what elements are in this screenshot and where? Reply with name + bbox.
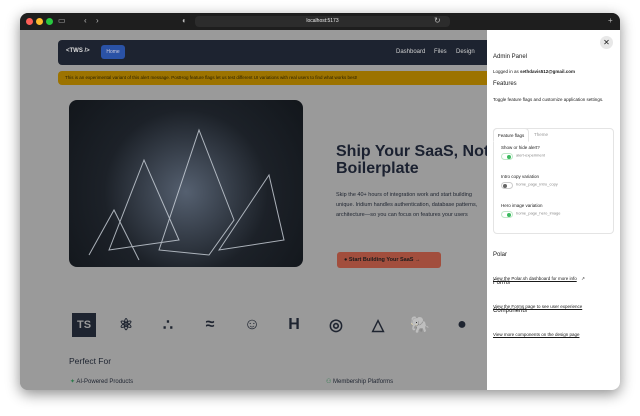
close-window-button[interactable]	[26, 18, 33, 25]
page-content: <TWS /> Home Dashboard Files Design This…	[20, 30, 487, 390]
tech-logos: TS ⚛ ∴ ≈ ☺ H ◎ △ 🐘 ●	[72, 313, 474, 337]
panel-title: Admin Panel	[493, 54, 528, 60]
prisma-icon: △	[371, 317, 385, 334]
flag-alert: Show or hide alert? alert-experiment	[501, 145, 545, 160]
nav-files[interactable]: Files	[434, 49, 447, 55]
components-link[interactable]: View more components on the design page	[493, 332, 579, 337]
hero-image-toggle[interactable]	[501, 211, 513, 218]
new-tab-icon[interactable]: +	[608, 16, 613, 25]
minimize-window-button[interactable]	[36, 18, 43, 25]
hero-title: Ship Your SaaS, Not Boilerplate	[336, 143, 487, 177]
github-logo-icon: ●	[457, 316, 467, 333]
typescript-icon: TS	[72, 313, 96, 337]
logged-in-text: Logged in as sethdavis512@gmail.com	[493, 69, 575, 74]
address-bar[interactable]: localhost:5173	[195, 16, 450, 27]
reload-icon[interactable]: ↻	[434, 16, 441, 25]
start-building-button[interactable]: ● Start Building Your SaaS →	[337, 252, 441, 268]
admin-panel: ✕ Admin Panel Logged in as sethdavis512@…	[487, 30, 620, 390]
hero-crystal-image	[69, 100, 303, 267]
browser-toolbar: ▭ ‹ › ◐ localhost:5173 ↻ +	[20, 13, 620, 30]
postgres-icon: 🐘	[410, 317, 430, 334]
react-router-icon: ∴	[162, 317, 174, 334]
forms-title: Forms	[493, 280, 510, 286]
nav-home[interactable]: Home	[101, 45, 125, 59]
navbar: <TWS /> Home Dashboard Files Design	[58, 40, 487, 65]
maximize-window-button[interactable]	[46, 18, 53, 25]
users-icon: ⚇	[326, 379, 334, 385]
features-desc: Toggle feature flags and customize appli…	[493, 97, 604, 102]
tab-theme[interactable]: Theme	[530, 128, 552, 142]
sidebar-icon[interactable]: ▭	[58, 16, 66, 25]
alert-toggle[interactable]	[501, 153, 513, 160]
polar-title: Polar	[493, 252, 508, 258]
opentelemetry-icon: ◎	[329, 317, 343, 334]
settings-tabs: Feature flags Theme Show or hide alert? a…	[493, 128, 614, 234]
forward-icon[interactable]: ›	[96, 16, 99, 25]
logo[interactable]: <TWS />	[66, 48, 90, 54]
components-title: Components	[493, 308, 528, 314]
privacy-icon[interactable]: ◐	[182, 16, 187, 25]
flag-hero-image: Hero image variation home_page_hero_image	[501, 203, 560, 218]
nav-design[interactable]: Design	[456, 49, 475, 55]
tailwind-icon: ≈	[205, 316, 215, 333]
browser-window: ▭ ‹ › ◐ localhost:5173 ↻ + <TWS /> Home …	[20, 13, 620, 390]
perfect-for-title: Perfect For	[69, 356, 112, 366]
alert-banner: This is an experimental variant of this …	[58, 71, 487, 85]
daisyui-icon: ☺	[243, 316, 261, 333]
hono-icon: H	[288, 316, 300, 333]
use-case-ai: ✦ AI-Powered Products	[70, 379, 134, 385]
external-link-icon: ↗	[581, 276, 585, 281]
use-case-membership: ⚇ Membership Platforms	[326, 379, 394, 385]
intro-copy-toggle[interactable]	[501, 182, 513, 189]
close-icon[interactable]: ✕	[600, 36, 613, 49]
hero-subtitle: Skip the 40+ hours of integration work a…	[336, 192, 478, 218]
react-icon: ⚛	[118, 317, 134, 334]
features-title: Features	[493, 81, 517, 87]
nav-dashboard[interactable]: Dashboard	[396, 49, 425, 55]
flag-intro-copy: Intro copy variation home_page_intro_copy	[501, 174, 558, 189]
back-icon[interactable]: ‹	[84, 16, 87, 25]
tab-feature-flags[interactable]: Feature flags	[493, 128, 530, 142]
